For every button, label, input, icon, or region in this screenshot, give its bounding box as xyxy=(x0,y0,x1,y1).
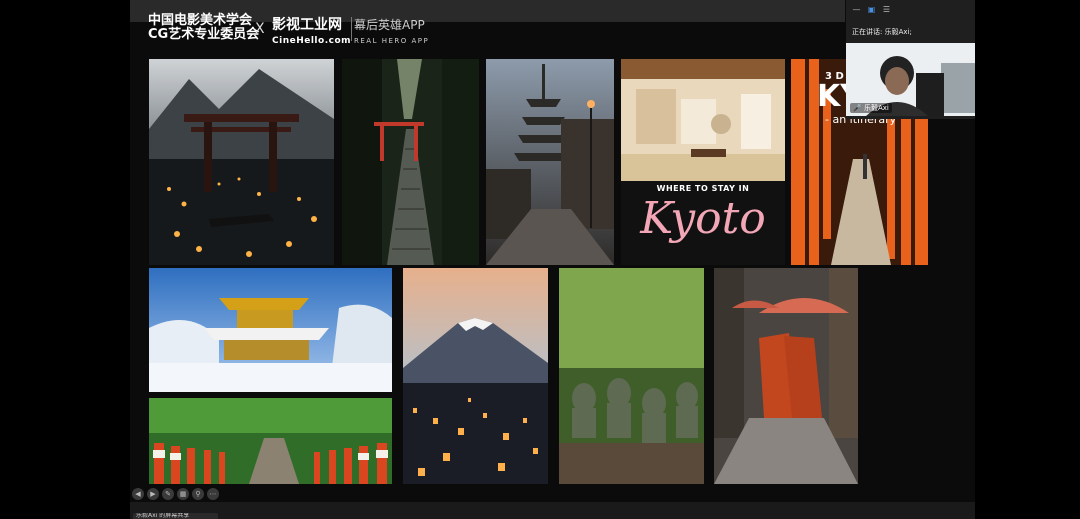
prev-icon[interactable]: ◀ xyxy=(132,488,144,500)
moss-statues-image xyxy=(559,268,704,484)
more-icon[interactable]: ⋯ xyxy=(207,488,219,500)
participant-name: 🎤 乐毅Axi xyxy=(850,103,892,113)
maiko-umbrella-image xyxy=(714,268,858,484)
org-logo: 中国电影美术学会 CG艺术专业委员会 xyxy=(148,14,259,42)
zoom-icon[interactable]: ⚲ xyxy=(192,488,204,500)
realhero-logo: 幕后英雄APP REAL HERO APP xyxy=(354,16,429,45)
menu-icon[interactable]: ☰ xyxy=(882,5,891,14)
video-panel-toolbar: — ▣ ☰ xyxy=(852,5,891,14)
app-title: 幕后英雄APP xyxy=(354,18,425,32)
speaking-label: 正在讲话: 乐毅Axi; xyxy=(852,28,912,36)
cross-mark: X xyxy=(255,21,265,37)
bottom-bar xyxy=(130,502,975,519)
org-line2: CG艺术专业委员会 xyxy=(148,27,260,42)
slide-controls: ◀ ▶ ✎ ▦ ⚲ ⋯ xyxy=(132,488,219,500)
right-margin xyxy=(974,0,1080,519)
layout-icon[interactable]: ▣ xyxy=(867,5,876,14)
bottom-share-label: 乐毅Axi 的屏幕共享 xyxy=(133,513,218,519)
kinkakuji-snow-image xyxy=(149,268,392,392)
pen-icon[interactable]: ✎ xyxy=(162,488,174,500)
left-margin xyxy=(0,0,130,519)
lantern-path-image xyxy=(149,398,392,484)
pagoda-street-image xyxy=(486,59,614,265)
participant-name-text: 乐毅Axi xyxy=(863,104,889,112)
torii-lake-image xyxy=(149,59,334,265)
org-line1: 中国电影美术学会 xyxy=(148,13,253,28)
brand-url: CineHello.com xyxy=(272,36,352,46)
cinehello-logo: 影视工业网 CineHello.com xyxy=(272,14,351,46)
app-subtitle: REAL HERO APP xyxy=(354,37,430,45)
next-icon[interactable]: ▶ xyxy=(147,488,159,500)
brand-title: 影视工业网 xyxy=(272,17,342,33)
kyoto-title-text: Kyoto xyxy=(640,193,766,244)
grid-icon[interactable]: ▦ xyxy=(177,488,189,500)
logo-divider xyxy=(351,17,352,41)
forest-stairs-image xyxy=(342,59,479,265)
minimize-icon[interactable]: — xyxy=(852,5,861,14)
kyoto-interior-image: WHERE TO STAY IN Kyoto xyxy=(621,59,785,265)
meeting-window: 中国电影美术学会 CG艺术专业委员会 X 影视工业网 CineHello.com… xyxy=(0,0,1080,519)
fuji-lanterns-image xyxy=(403,268,548,484)
